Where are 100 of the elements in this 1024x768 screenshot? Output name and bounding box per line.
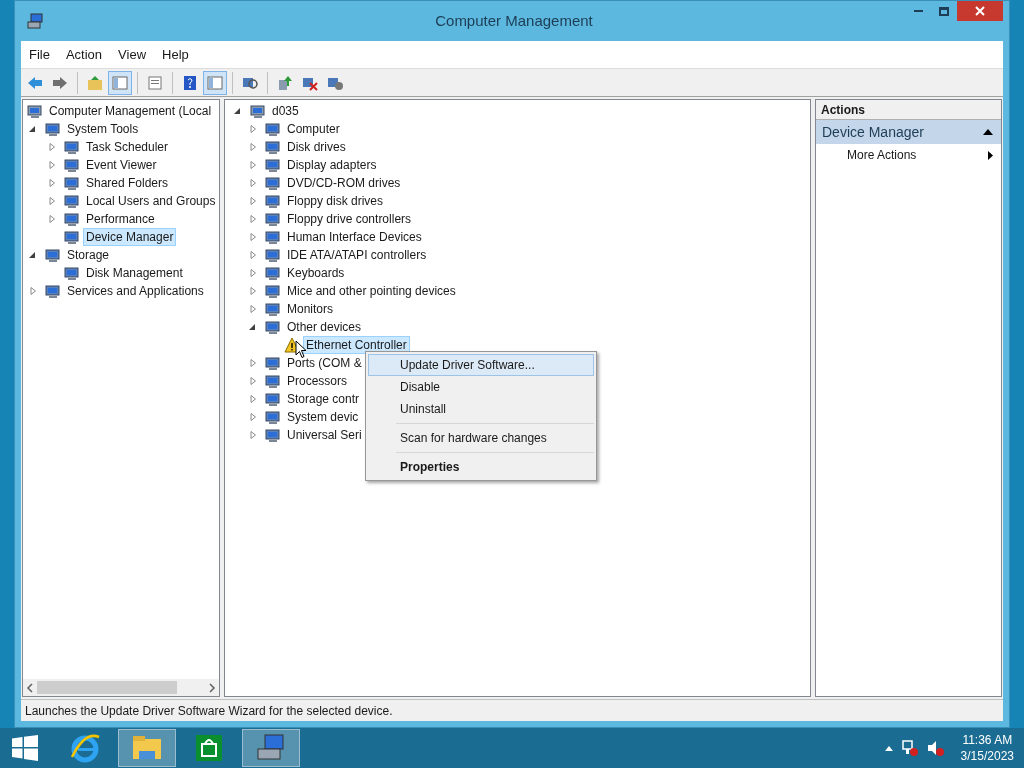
menu-item[interactable]: File bbox=[21, 44, 58, 65]
expand-icon[interactable] bbox=[47, 160, 57, 170]
tree-item[interactable]: IDE ATA/ATAPI controllers bbox=[284, 246, 430, 264]
expand-icon[interactable] bbox=[248, 178, 258, 188]
expand-icon[interactable] bbox=[248, 160, 258, 170]
expand-icon[interactable] bbox=[47, 178, 57, 188]
tree-item[interactable]: System devic bbox=[284, 408, 362, 426]
pane-tool-button[interactable] bbox=[203, 70, 227, 95]
tree-item[interactable]: Other devices bbox=[284, 318, 365, 336]
device-icon bbox=[45, 121, 61, 137]
device-icon bbox=[64, 211, 80, 227]
collapse-icon[interactable] bbox=[233, 106, 243, 116]
expand-icon[interactable] bbox=[28, 286, 38, 296]
device-icon bbox=[265, 157, 281, 173]
tree-item[interactable]: Display adapters bbox=[284, 156, 380, 174]
menu-item[interactable]: Disable bbox=[368, 376, 594, 398]
device-icon bbox=[64, 157, 80, 173]
tree-item[interactable]: Device Manager bbox=[83, 228, 177, 246]
device-icon bbox=[64, 229, 80, 245]
expand-icon[interactable] bbox=[248, 232, 258, 242]
expand-icon[interactable] bbox=[248, 124, 258, 134]
submenu-arrow-icon bbox=[988, 150, 993, 160]
device-icon bbox=[45, 283, 61, 299]
tree-item[interactable]: Keyboards bbox=[284, 264, 348, 282]
tree-item[interactable]: Universal Seri bbox=[284, 426, 365, 444]
tree-item[interactable]: Human Interface Devices bbox=[284, 228, 425, 246]
close-button[interactable] bbox=[957, 1, 1003, 21]
menu-item[interactable]: Scan for hardware changes bbox=[368, 427, 594, 449]
mouse-pointer-icon bbox=[295, 340, 307, 359]
expand-icon[interactable] bbox=[248, 142, 258, 152]
tree-item[interactable]: Mice and other pointing devices bbox=[284, 282, 459, 300]
expand-icon[interactable] bbox=[248, 196, 258, 206]
expand-icon[interactable] bbox=[248, 394, 258, 404]
menu-item[interactable]: Uninstall bbox=[368, 398, 594, 420]
tree-item[interactable]: Performance bbox=[83, 210, 158, 228]
tree-item[interactable]: Ports (COM & bbox=[284, 354, 365, 372]
expand-icon[interactable] bbox=[248, 430, 258, 440]
collapse-icon[interactable] bbox=[248, 322, 258, 332]
device-icon bbox=[265, 175, 281, 191]
tree-item[interactable]: Disk Management bbox=[83, 264, 186, 282]
tree-item[interactable]: Monitors bbox=[284, 300, 336, 318]
expand-icon[interactable] bbox=[248, 358, 258, 368]
tree-item[interactable]: Shared Folders bbox=[83, 174, 172, 192]
horizontal-scrollbar[interactable] bbox=[23, 679, 219, 696]
device-icon bbox=[265, 211, 281, 227]
device-icon bbox=[27, 103, 43, 119]
menu-item[interactable]: Update Driver Software... bbox=[368, 354, 594, 376]
app-icon bbox=[27, 13, 43, 29]
tree-item[interactable]: Storage contr bbox=[284, 390, 363, 408]
expand-icon[interactable] bbox=[248, 250, 258, 260]
collapse-icon[interactable] bbox=[983, 129, 993, 135]
device-icon bbox=[64, 139, 80, 155]
speaker-icon[interactable] bbox=[926, 739, 945, 757]
close-icon bbox=[975, 6, 985, 16]
device-icon bbox=[45, 247, 61, 263]
device-icon bbox=[265, 193, 281, 209]
expand-icon[interactable] bbox=[248, 376, 258, 386]
expand-icon[interactable] bbox=[248, 304, 258, 314]
pane-icon bbox=[111, 73, 129, 92]
taskbar-button[interactable] bbox=[242, 729, 300, 767]
tree-item[interactable]: Storage bbox=[64, 246, 113, 264]
status-text: Launches the Update Driver Software Wizard for the selected device. bbox=[24, 702, 394, 720]
tree-item[interactable]: Services and Applications bbox=[64, 282, 207, 300]
tree-item[interactable]: Local Users and Groups bbox=[83, 192, 219, 210]
tree-item[interactable]: d035 bbox=[269, 102, 302, 120]
tree-item[interactable]: Computer Management (Local bbox=[46, 102, 215, 120]
collapse-icon[interactable] bbox=[28, 124, 38, 134]
tree-item[interactable]: Task Scheduler bbox=[83, 138, 172, 156]
clock-date[interactable]: 3/15/2023 bbox=[960, 748, 1014, 764]
expand-icon[interactable] bbox=[47, 214, 57, 224]
menu-item[interactable]: Properties bbox=[368, 456, 594, 478]
folder-up-icon bbox=[86, 73, 104, 92]
tree-item[interactable]: Floppy drive controllers bbox=[284, 210, 415, 228]
expand-icon[interactable] bbox=[248, 214, 258, 224]
tree-item[interactable]: Ethernet Controller bbox=[303, 336, 410, 354]
action-link[interactable]: More Actions bbox=[847, 146, 917, 164]
tree-item[interactable]: System Tools bbox=[64, 120, 142, 138]
device-icon bbox=[265, 265, 281, 281]
menu-item[interactable]: Help bbox=[154, 44, 197, 65]
menu-item[interactable]: Action bbox=[57, 44, 111, 65]
expand-icon[interactable] bbox=[248, 286, 258, 296]
show-hidden-icons-icon[interactable] bbox=[884, 745, 893, 751]
device-icon bbox=[64, 175, 80, 191]
collapse-icon[interactable] bbox=[28, 250, 38, 260]
tree-item[interactable]: Disk drives bbox=[284, 138, 349, 156]
tree-item[interactable]: Floppy disk drives bbox=[284, 192, 387, 210]
tree-item[interactable]: Computer bbox=[284, 120, 343, 138]
clock-time[interactable]: 11:36 AM bbox=[962, 732, 1013, 748]
device-icon bbox=[265, 409, 281, 425]
actions-header: Actions bbox=[816, 100, 1001, 120]
expand-icon[interactable] bbox=[47, 142, 57, 152]
expand-icon[interactable] bbox=[248, 268, 258, 278]
expand-icon[interactable] bbox=[47, 196, 57, 206]
network-icon[interactable] bbox=[900, 739, 919, 757]
pane-tool-button[interactable] bbox=[108, 70, 132, 95]
tree-item[interactable]: Event Viewer bbox=[83, 156, 160, 174]
tree-item[interactable]: DVD/CD-ROM drives bbox=[284, 174, 404, 192]
expand-icon[interactable] bbox=[248, 412, 258, 422]
tree-item[interactable]: Processors bbox=[284, 372, 351, 390]
menu-item[interactable]: View bbox=[110, 44, 155, 65]
